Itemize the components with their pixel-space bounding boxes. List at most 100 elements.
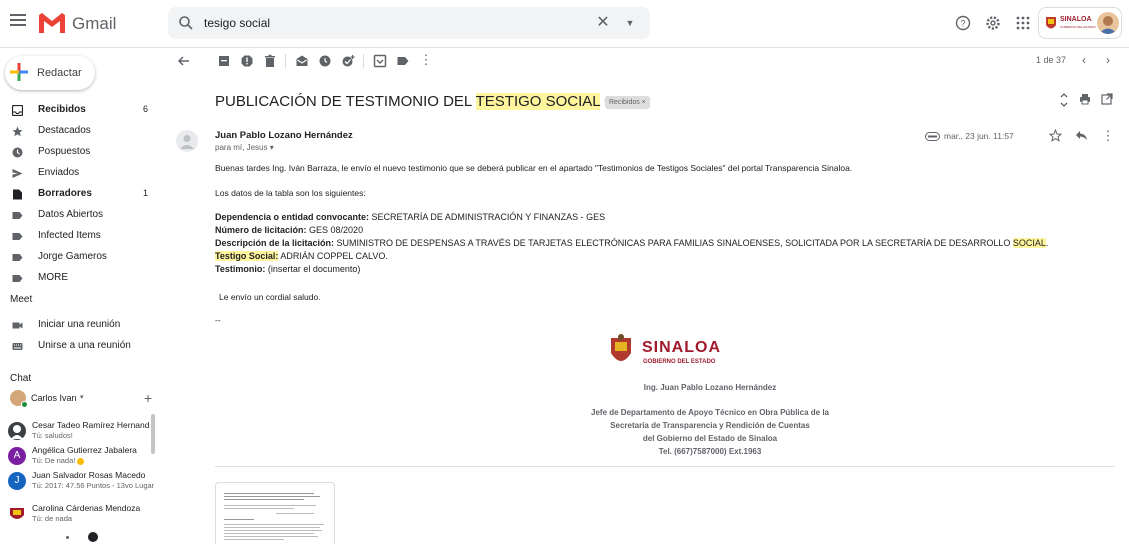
back-arrow-icon[interactable]: [177, 54, 191, 68]
message-intro: Los datos de la tabla son los siguientes…: [215, 188, 366, 198]
more-options-icon[interactable]: ⋮: [419, 52, 433, 67]
more-vert-icon[interactable]: ⋮: [1101, 129, 1115, 143]
sidebar-item-recibidos[interactable]: Recibidos 6: [0, 100, 160, 121]
search-box[interactable]: ✕ ▼: [168, 7, 650, 39]
keyboard-icon: [12, 343, 23, 350]
chevron-right-icon[interactable]: ›: [1106, 53, 1110, 67]
unread-count: 6: [142, 104, 148, 114]
print-icon[interactable]: [1078, 93, 1092, 107]
add-to-tasks-icon[interactable]: [341, 54, 355, 68]
star-icon[interactable]: [1048, 128, 1062, 143]
chat-tab-icon[interactable]: [66, 536, 69, 539]
account-chip[interactable]: SINALOA GOBIERNO DEL ESTADO: [1038, 7, 1122, 39]
new-chat-icon[interactable]: +: [144, 390, 152, 406]
help-icon[interactable]: ?: [953, 13, 973, 33]
field-value: (insertar el documento): [265, 264, 361, 274]
plus-icon: [10, 63, 28, 81]
message-greeting: Buenas tardes Ing. Iván Barraza, le enví…: [215, 163, 853, 173]
contact-name: Cesar Tadeo Ramírez Hernand: [32, 420, 150, 430]
inbox-icon: [12, 105, 23, 116]
message-closing: Le envío un cordial saludo.: [219, 292, 321, 302]
brand-name: SINALOA: [1060, 16, 1092, 23]
label-icon: [12, 212, 23, 219]
sinaloa-crest-icon: [1046, 17, 1056, 29]
attachment-thumbnail[interactable]: [215, 482, 335, 544]
meet-item-label: Iniciar una reunión: [38, 319, 121, 330]
chat-contact[interactable]: Cesar Tadeo Ramírez Hernand Tú: saludos!: [8, 420, 158, 442]
sender-name[interactable]: Juan Pablo Lozano Hernández: [215, 130, 353, 141]
sidebar-item-label: Datos Abiertos: [38, 209, 104, 220]
chat-contact[interactable]: Carolina Cárdenas Mendoza Tú: de nada: [8, 503, 158, 525]
account-avatar[interactable]: [1097, 12, 1119, 34]
label-chip-recibidos[interactable]: Recibidos ×: [605, 96, 650, 109]
sidebar-item-label: Pospuestos: [38, 146, 91, 157]
meet-join-meeting[interactable]: Unirse a una reunión: [0, 336, 160, 357]
sidebar-item-pospuestos[interactable]: Pospuestos: [0, 142, 160, 163]
reply-icon[interactable]: [1074, 129, 1088, 143]
settings-icon[interactable]: [983, 13, 1003, 33]
draft-icon: [13, 189, 22, 200]
pagination-text: 1 de 37: [1036, 55, 1067, 65]
signature-line: del Gobierno del Estado de Sinaloa: [642, 434, 778, 443]
signature-name: Ing. Juan Pablo Lozano Hernández: [643, 383, 777, 392]
sidebar-item-enviados[interactable]: Enviados: [0, 163, 160, 184]
field-value: SECRETARÍA DE ADMINISTRACIÓN Y FINANZAS …: [369, 212, 606, 222]
sidebar-item-label: MORE: [38, 272, 68, 283]
archive-icon[interactable]: [217, 54, 231, 68]
chevron-down-icon[interactable]: ▾: [80, 393, 84, 401]
contact-avatar: J: [8, 472, 26, 490]
move-to-icon[interactable]: [373, 54, 387, 68]
brand-subtitle: GOBIERNO DEL ESTADO: [1060, 25, 1096, 29]
sidebar-item-destacados[interactable]: Destacados: [0, 121, 160, 142]
subject-highlight: TESTIGO SOCIAL: [475, 93, 601, 110]
mark-unread-icon[interactable]: [295, 54, 309, 68]
field-label: Número de licitación:: [215, 225, 307, 235]
delete-icon[interactable]: [263, 54, 277, 68]
recipients-toggle[interactable]: para mí, Jesus ▾: [215, 143, 274, 152]
rooms-tab-icon[interactable]: [88, 532, 98, 542]
label-icon: [12, 275, 23, 282]
sidebar-item-datos-abiertos[interactable]: Datos Abiertos: [0, 205, 160, 226]
labels-icon[interactable]: [396, 54, 410, 68]
gmail-logo[interactable]: [37, 11, 67, 35]
message-date: mar., 23 jun. 11:57: [944, 131, 1014, 141]
search-icon[interactable]: [178, 15, 194, 31]
compose-button[interactable]: Redactar: [5, 56, 95, 90]
field-testigo: Testigo Social: ADRIÁN COPPEL CALVO.: [215, 251, 388, 261]
sinaloa-crest-icon: [611, 334, 631, 361]
sidebar-item-borradores[interactable]: Borradores 1: [0, 184, 160, 205]
report-spam-icon[interactable]: [240, 54, 254, 68]
search-options-icon[interactable]: ▼: [620, 13, 640, 33]
toolbar-divider: [363, 54, 364, 68]
expand-all-icon[interactable]: [1057, 93, 1071, 107]
meet-section-title: Meet: [10, 294, 33, 305]
online-status-icon: [21, 401, 28, 408]
sidebar-item-more[interactable]: MORE: [0, 268, 160, 289]
contact-avatar: A: [8, 447, 26, 465]
video-icon: [12, 322, 23, 329]
clear-search-icon[interactable]: ✕: [593, 13, 613, 33]
meet-item-label: Unirse a una reunión: [38, 340, 131, 351]
sidebar-item-jorge-gameros[interactable]: Jorge Gameros: [0, 247, 160, 268]
open-new-window-icon[interactable]: [1100, 93, 1114, 107]
field-label: Testimonio:: [215, 264, 266, 274]
sender-avatar[interactable]: [176, 130, 198, 152]
field-value: ADRIÁN COPPEL CALVO.: [278, 251, 388, 261]
contact-name: Carolina Cárdenas Mendoza: [32, 503, 141, 513]
chat-contact[interactable]: J Juan Salvador Rosas Macedo Tú: 2017: 4…: [8, 470, 158, 492]
send-icon: [12, 169, 23, 178]
search-input[interactable]: [204, 14, 564, 32]
chevron-left-icon[interactable]: ‹: [1082, 53, 1086, 67]
snooze-icon[interactable]: [318, 54, 332, 68]
apps-icon[interactable]: [1013, 13, 1033, 33]
meet-start-meeting[interactable]: Iniciar una reunión: [0, 315, 160, 336]
field-label: Dependencia o entidad convocante:: [215, 212, 370, 222]
main-menu-icon[interactable]: [10, 14, 26, 30]
field-value: SUMINISTRO DE DESPENSAS A TRAVÉS DE TARJ…: [334, 238, 1013, 248]
chat-scrollbar[interactable]: [151, 414, 155, 454]
chat-current-user[interactable]: Carlos Ivan ▾: [10, 390, 150, 408]
chat-contact[interactable]: A Angélica Gutierrez Jabalera Tú: De nad…: [8, 445, 158, 467]
sidebar-item-infected-items[interactable]: Infected Items: [0, 226, 160, 247]
toolbar-divider: [285, 54, 286, 68]
attachment-indicator-icon: [925, 132, 940, 141]
